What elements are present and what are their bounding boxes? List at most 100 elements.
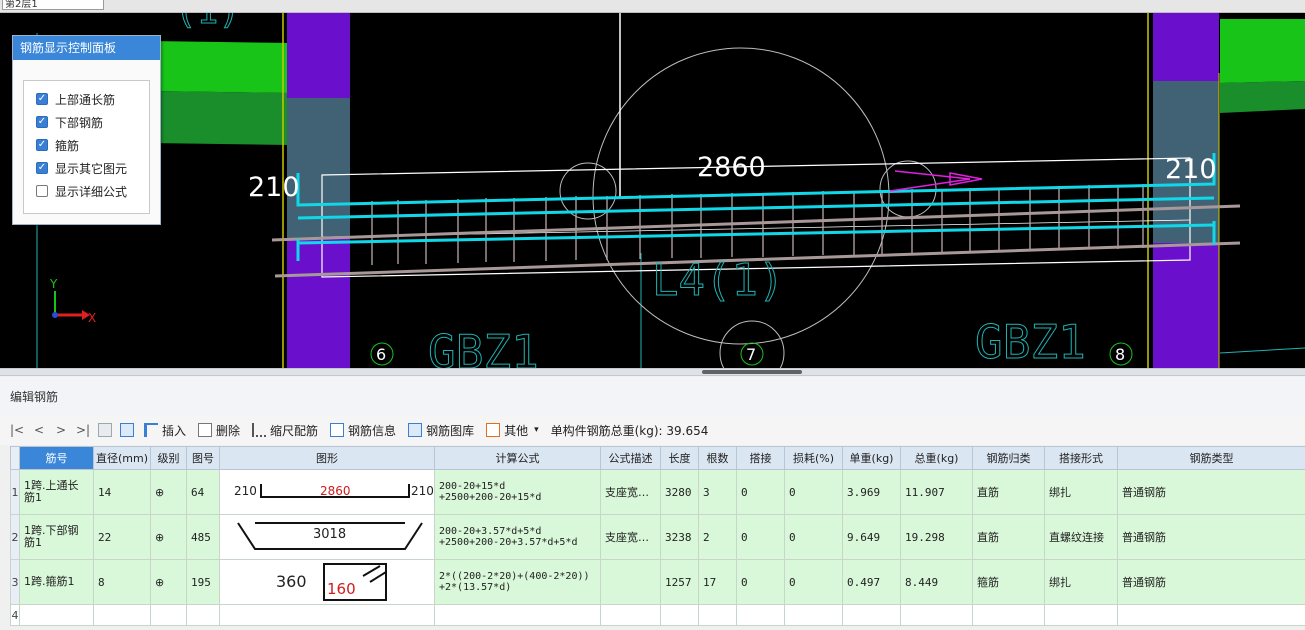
cell-category[interactable]: 直筋 — [972, 469, 1045, 515]
cell-rebar-type[interactable]: 普通钢筋 — [1117, 469, 1305, 515]
cell-formula[interactable]: 2*((200-2*20)+(400-2*20)) +2*(13.57*d) — [434, 559, 601, 605]
cell-empty[interactable] — [900, 604, 973, 626]
col-header[interactable]: 图号 — [186, 446, 220, 470]
cell-category[interactable]: 直筋 — [972, 514, 1045, 560]
cell-unit-weight[interactable]: 9.649 — [842, 514, 901, 560]
col-header[interactable]: 钢筋归类 — [972, 446, 1045, 470]
delete-button[interactable]: 删除 — [198, 422, 240, 439]
col-header[interactable]: 直径(mm) — [93, 446, 151, 470]
cell-name[interactable]: 1跨.上通长筋1 — [19, 469, 94, 515]
cell-diameter[interactable]: 8 — [93, 559, 151, 605]
cell-name[interactable]: 1跨.下部钢筋1 — [19, 514, 94, 560]
cell-empty[interactable] — [434, 604, 601, 626]
cell-category[interactable]: 箍筋 — [972, 559, 1045, 605]
col-header[interactable]: 级别 — [150, 446, 187, 470]
cell-total-weight[interactable]: 8.449 — [900, 559, 973, 605]
col-header[interactable]: 筋号 — [19, 446, 94, 470]
table-row[interactable]: 1 1跨.上通长筋1 14 ⊕ 64 210 2860 210 200-20+1… — [10, 469, 1305, 515]
cell-empty[interactable] — [1044, 604, 1118, 626]
checkbox-checked-icon[interactable]: ✓ — [36, 116, 48, 128]
cell-empty[interactable] — [1117, 604, 1305, 626]
cell-count[interactable]: 2 — [698, 514, 737, 560]
rebar-library-button[interactable]: 钢筋图库 — [408, 422, 474, 439]
cell-grade[interactable]: ⊕ — [150, 559, 187, 605]
col-header[interactable]: 损耗(%) — [784, 446, 843, 470]
cell-total-weight[interactable]: 19.298 — [900, 514, 973, 560]
next-record-button[interactable]: > — [50, 423, 72, 437]
cell-shape[interactable]: 210 2860 210 — [219, 469, 435, 515]
cell-count[interactable]: 17 — [698, 559, 737, 605]
cell-empty[interactable] — [784, 604, 843, 626]
col-header[interactable]: 根数 — [698, 446, 737, 470]
splitter[interactable] — [0, 368, 1305, 376]
cell-total-weight[interactable]: 11.907 — [900, 469, 973, 515]
cell-shape[interactable]: 3018 — [219, 514, 435, 560]
col-header[interactable]: 钢筋类型 — [1117, 446, 1305, 470]
table-row-empty[interactable]: 4 — [10, 604, 1305, 626]
cad-viewport[interactable]: L4(1) (1) GBZ1 GBZ1 6 7 8 210 2860 210 Y… — [0, 13, 1305, 368]
cell-lap-form[interactable]: 绑扎 — [1044, 469, 1118, 515]
cell-empty[interactable] — [219, 604, 435, 626]
cell-length[interactable]: 1257 — [660, 559, 699, 605]
cell-lap[interactable]: 0 — [736, 559, 785, 605]
option-detailed-formula[interactable]: 显示详细公式 — [36, 183, 127, 199]
splitter-handle[interactable] — [702, 370, 802, 374]
option-top-rebar[interactable]: ✓ 上部通长筋 — [36, 91, 115, 107]
first-record-button[interactable]: |< — [6, 423, 28, 437]
cell-empty[interactable] — [698, 604, 737, 626]
prev-record-button[interactable]: < — [28, 423, 50, 437]
cell-length[interactable]: 3238 — [660, 514, 699, 560]
move-down-icon[interactable] — [120, 423, 134, 437]
cell-lap[interactable]: 0 — [736, 514, 785, 560]
cell-rebar-type[interactable]: 普通钢筋 — [1117, 559, 1305, 605]
cell-empty[interactable] — [186, 604, 220, 626]
cell-empty[interactable] — [842, 604, 901, 626]
option-stirrup[interactable]: ✓ 箍筋 — [36, 137, 79, 153]
cell-empty[interactable] — [660, 604, 699, 626]
other-dropdown-button[interactable]: 其他 ▾ — [486, 422, 539, 439]
cell-loss[interactable]: 0 — [784, 559, 843, 605]
cell-length[interactable]: 3280 — [660, 469, 699, 515]
cell-formula[interactable]: 200-20+3.57*d+5*d +2500+200-20+3.57*d+5*… — [434, 514, 601, 560]
cell-count[interactable]: 3 — [698, 469, 737, 515]
cell-empty[interactable] — [19, 604, 94, 626]
cell-figure-no[interactable]: 485 — [186, 514, 220, 560]
col-header[interactable]: 计算公式 — [434, 446, 601, 470]
last-record-button[interactable]: >| — [72, 423, 94, 437]
col-header[interactable]: 图形 — [219, 446, 435, 470]
cell-grade[interactable]: ⊕ — [150, 514, 187, 560]
col-header[interactable]: 长度 — [660, 446, 699, 470]
cell-desc[interactable] — [600, 559, 661, 605]
cell-grade[interactable]: ⊕ — [150, 469, 187, 515]
cell-unit-weight[interactable]: 3.969 — [842, 469, 901, 515]
rebar-info-button[interactable]: 钢筋信息 — [330, 422, 396, 439]
checkbox-checked-icon[interactable]: ✓ — [36, 93, 48, 105]
checkbox-checked-icon[interactable]: ✓ — [36, 139, 48, 151]
cell-loss[interactable]: 0 — [784, 469, 843, 515]
move-up-icon[interactable] — [98, 423, 112, 437]
cell-diameter[interactable]: 14 — [93, 469, 151, 515]
cell-empty[interactable] — [972, 604, 1045, 626]
cell-rebar-type[interactable]: 普通钢筋 — [1117, 514, 1305, 560]
option-other-elements[interactable]: ✓ 显示其它图元 — [36, 160, 127, 176]
cell-lap-form[interactable]: 绑扎 — [1044, 559, 1118, 605]
checkbox-unchecked-icon[interactable] — [36, 185, 48, 197]
cell-name[interactable]: 1跨.箍筋1 — [19, 559, 94, 605]
cell-figure-no[interactable]: 195 — [186, 559, 220, 605]
cell-desc[interactable]: 支座宽… — [600, 514, 661, 560]
col-header[interactable]: 搭接 — [736, 446, 785, 470]
scale-rebar-button[interactable]: 缩尺配筋 — [252, 422, 318, 439]
checkbox-checked-icon[interactable]: ✓ — [36, 162, 48, 174]
col-header[interactable]: 单重(kg) — [842, 446, 901, 470]
cell-shape[interactable]: 360 160 — [219, 559, 435, 605]
cell-lap[interactable]: 0 — [736, 469, 785, 515]
col-header[interactable]: 公式描述 — [600, 446, 661, 470]
floor-select[interactable]: 第2层1 — [2, 0, 104, 10]
insert-button[interactable]: 插入 — [144, 422, 186, 439]
cell-figure-no[interactable]: 64 — [186, 469, 220, 515]
cell-unit-weight[interactable]: 0.497 — [842, 559, 901, 605]
col-header[interactable]: 总重(kg) — [900, 446, 973, 470]
cell-empty[interactable] — [736, 604, 785, 626]
cell-empty[interactable] — [150, 604, 187, 626]
cell-desc[interactable]: 支座宽… — [600, 469, 661, 515]
